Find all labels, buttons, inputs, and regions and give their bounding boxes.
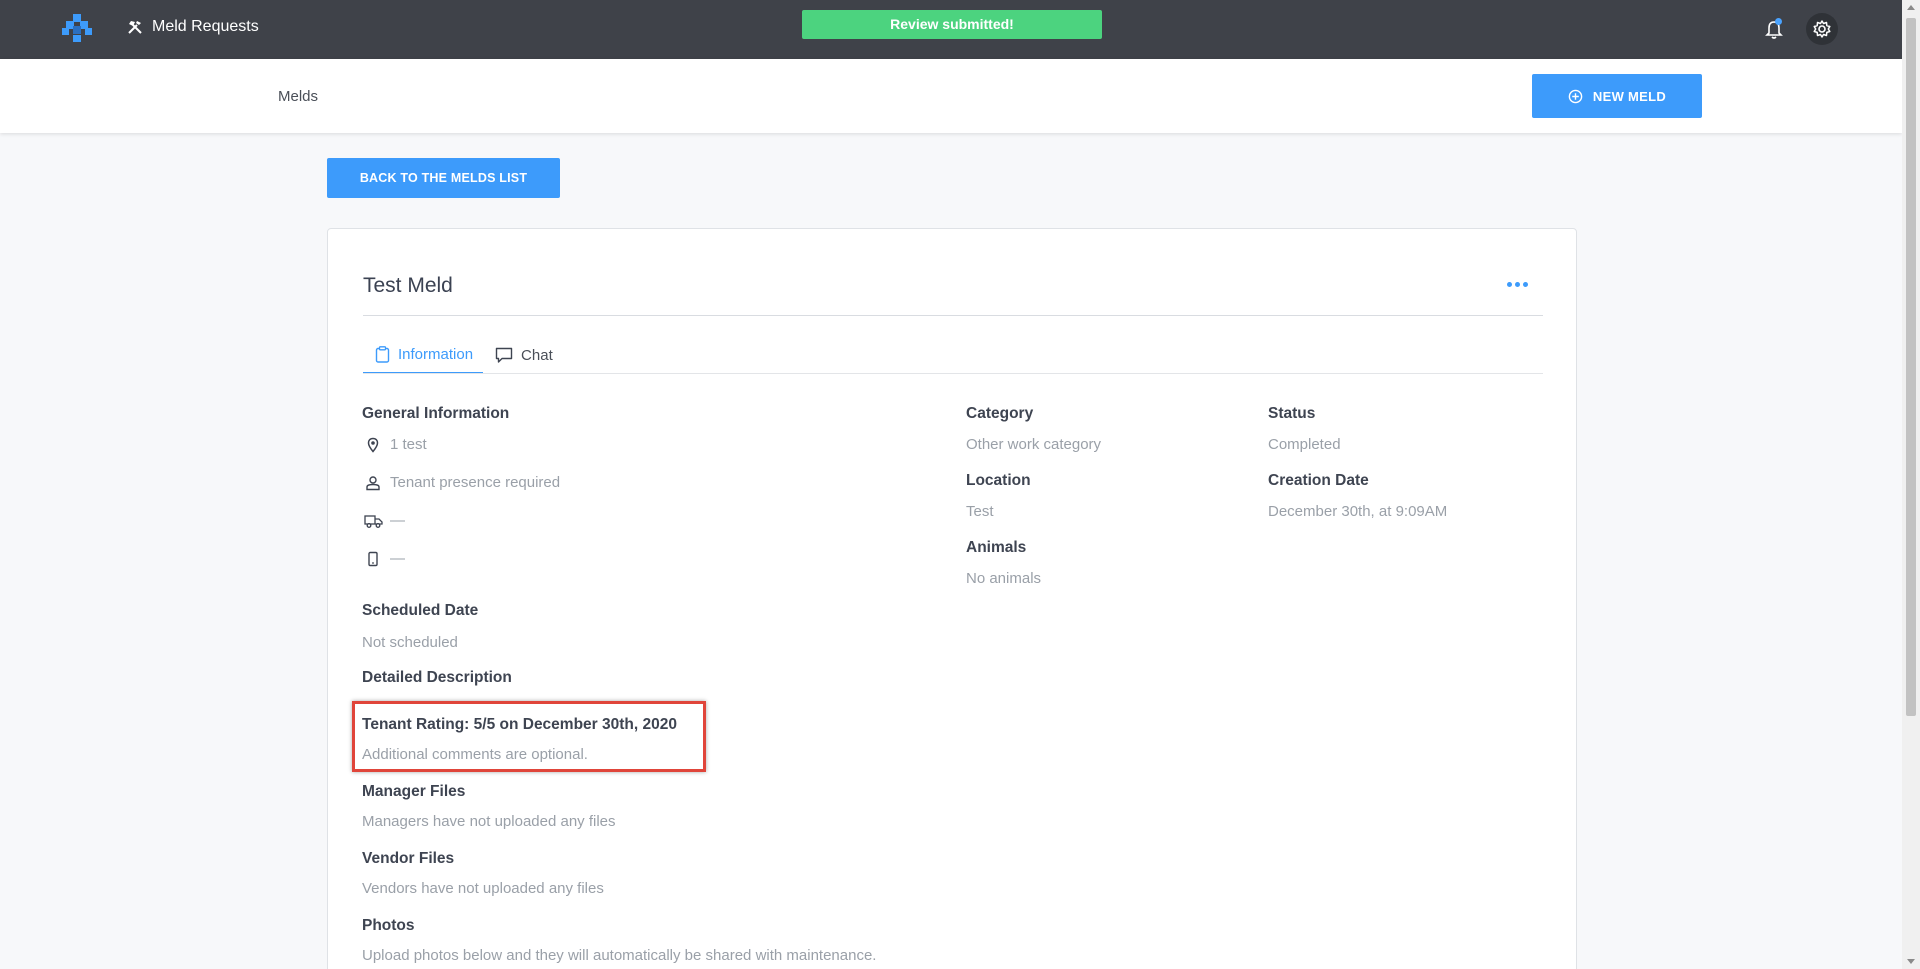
- tools-icon: [128, 21, 142, 34]
- tab-chat[interactable]: Chat: [483, 336, 563, 374]
- person-icon: [366, 476, 380, 491]
- manager-files-heading: Manager Files: [362, 783, 466, 800]
- phone-value: —: [390, 550, 405, 567]
- gear-icon: [1813, 20, 1831, 38]
- meld-title: Test Meld: [363, 274, 453, 297]
- notifications-button[interactable]: [1763, 18, 1785, 41]
- vendor-files-value: Vendors have not uploaded any files: [362, 880, 604, 897]
- scheduled-date-value: Not scheduled: [362, 634, 458, 651]
- chat-icon: [495, 347, 513, 363]
- location-value: Test: [966, 503, 994, 520]
- back-to-melds-button[interactable]: BACK TO THE MELDS LIST: [327, 158, 560, 198]
- animals-value: No animals: [966, 570, 1042, 587]
- divider: [363, 373, 1543, 374]
- plus-circle-icon: [1568, 89, 1583, 103]
- dot-icon: [1507, 282, 1512, 287]
- description-heading: Detailed Description: [362, 669, 512, 686]
- top-bar: Meld Requests Review submitted!: [0, 0, 1902, 59]
- settings-button[interactable]: [1806, 13, 1838, 45]
- dot-icon: [1523, 282, 1528, 287]
- general-info-heading: General Information: [362, 405, 510, 422]
- scrollbar-thumb[interactable]: [1906, 18, 1916, 716]
- category-value: Other work category: [966, 436, 1102, 453]
- rating-comment-value: Additional comments are optional.: [362, 746, 588, 763]
- photos-value: Upload photos below and they will automa…: [362, 947, 877, 964]
- dot-icon: [1515, 282, 1520, 287]
- breadcrumb-melds[interactable]: Melds: [278, 88, 318, 105]
- divider: [363, 315, 1543, 316]
- status-heading: Status: [1268, 405, 1316, 422]
- app-title-link[interactable]: Meld Requests: [127, 18, 259, 36]
- creation-date-heading: Creation Date: [1268, 472, 1369, 489]
- tab-information[interactable]: Information: [363, 336, 484, 374]
- tab-information-label: Information: [398, 345, 474, 363]
- tenant-presence-value: Tenant presence required: [390, 474, 561, 491]
- truck-icon: [364, 515, 383, 528]
- sub-header: Melds NEW MELD: [0, 59, 1902, 133]
- app-logo-icon[interactable]: [62, 14, 92, 42]
- app-title-text: Meld Requests: [152, 18, 259, 35]
- manager-files-value: Managers have not uploaded any files: [362, 813, 616, 830]
- tenant-rating-heading: Tenant Rating: 5/5 on December 30th, 202…: [362, 716, 677, 733]
- tab-chat-label: Chat: [521, 346, 553, 364]
- category-heading: Category: [966, 405, 1034, 422]
- status-value: Completed: [1268, 436, 1341, 453]
- location-heading: Location: [966, 472, 1031, 489]
- vendor-files-heading: Vendor Files: [362, 850, 455, 867]
- scheduled-date-heading: Scheduled Date: [362, 602, 479, 619]
- meld-card: Test Meld Information Chat: [327, 228, 1577, 969]
- address-value: 1 test: [390, 436, 427, 453]
- toast-message: Review submitted!: [802, 10, 1102, 39]
- new-meld-button[interactable]: NEW MELD: [1532, 74, 1702, 118]
- map-pin-icon: [367, 437, 379, 453]
- more-options-button[interactable]: [1507, 282, 1528, 287]
- phone-icon: [368, 551, 378, 567]
- scroll-up-arrow-icon[interactable]: [1907, 5, 1915, 10]
- creation-date-value: December 30th, at 9:09AM: [1268, 503, 1448, 520]
- clipboard-icon: [375, 345, 390, 363]
- page-scrollbar[interactable]: [1902, 0, 1920, 969]
- new-meld-label: NEW MELD: [1592, 88, 1667, 104]
- vehicle-value: —: [390, 512, 405, 529]
- scroll-down-arrow-icon[interactable]: [1907, 959, 1915, 964]
- notification-dot: [1775, 18, 1782, 25]
- photos-heading: Photos: [362, 917, 415, 934]
- animals-heading: Animals: [966, 539, 1027, 556]
- meld-tabs: Information Chat: [363, 336, 563, 374]
